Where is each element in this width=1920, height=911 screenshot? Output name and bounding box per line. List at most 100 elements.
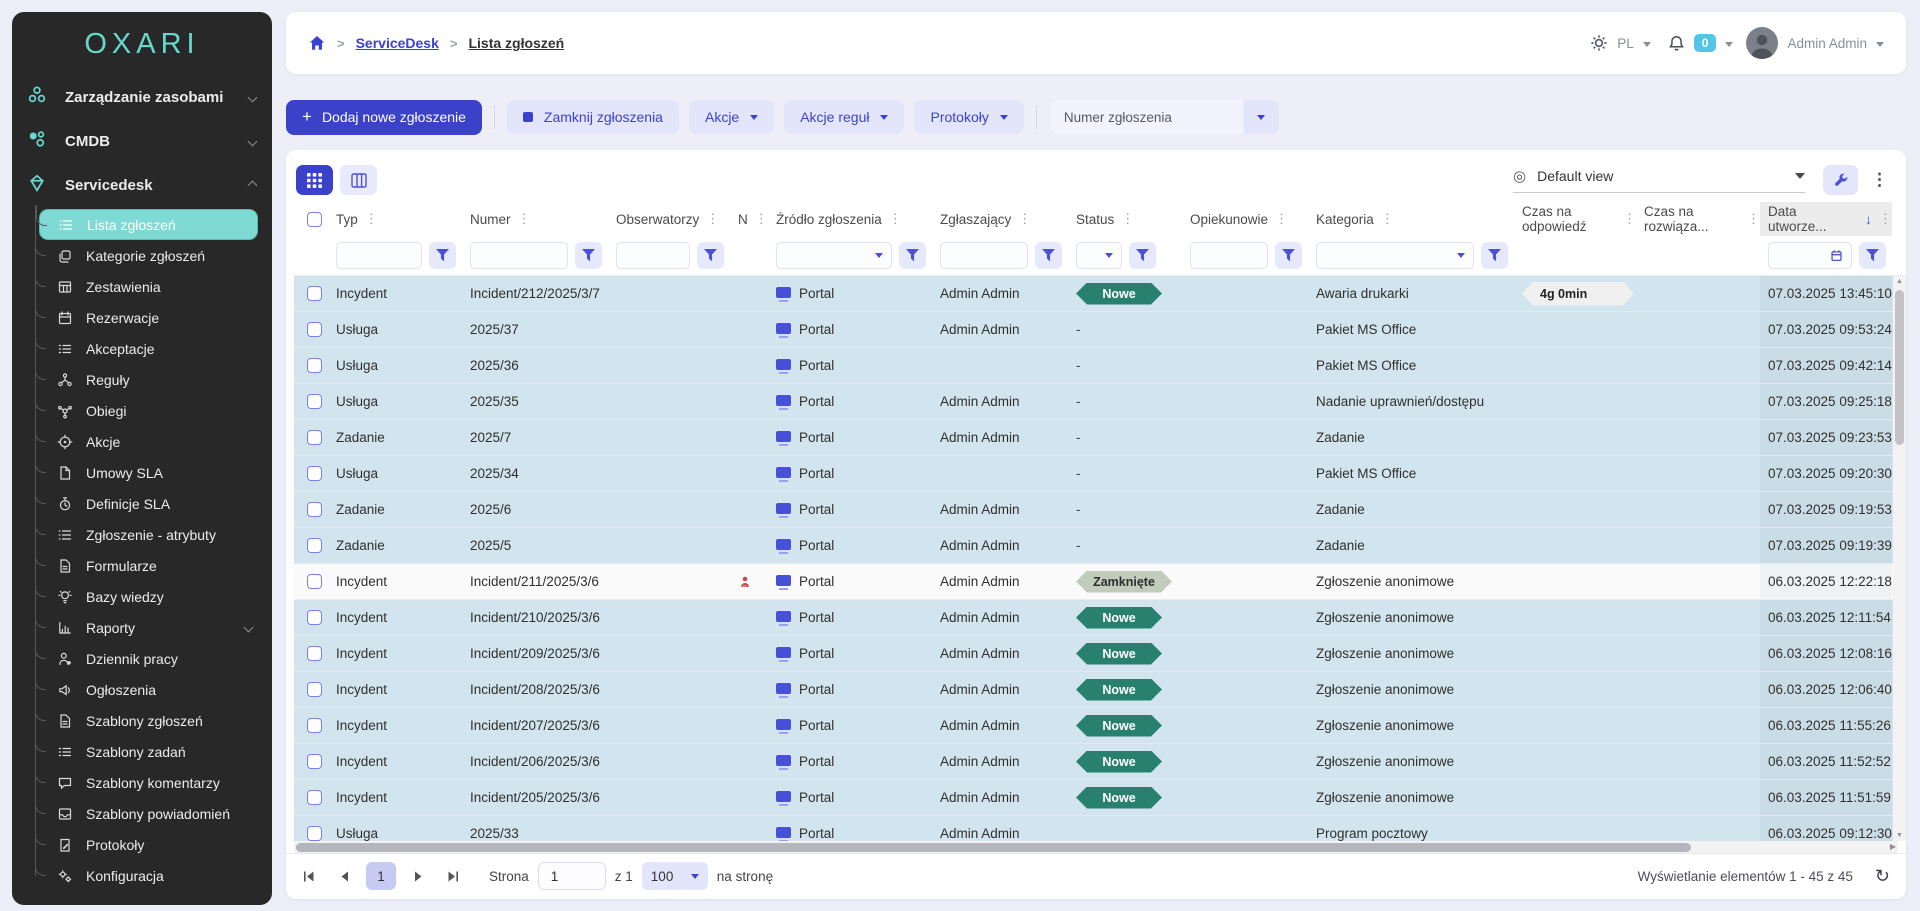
row-checkbox[interactable] [307,358,322,373]
column-menu-icon[interactable]: ⋮ [1121,211,1134,227]
table-row[interactable]: IncydentIncident/208/2025/3/6PortalAdmin… [294,672,1906,708]
column-header-numer[interactable]: Numer⋮ [462,202,608,236]
column-menu-icon[interactable]: ⋮ [755,211,768,227]
column-menu-icon[interactable]: ⋮ [1275,211,1288,227]
avatar[interactable] [1746,27,1778,59]
first-page-button[interactable] [296,863,322,889]
sidebar-item-obiegi[interactable]: Obiegi [39,395,258,426]
protocols-dropdown-button[interactable]: Protokoły [914,100,1023,134]
row-checkbox[interactable] [307,682,322,697]
filter-select[interactable] [1316,242,1474,269]
sidebar-item-kategorie-zgłoszeń[interactable]: Kategorie zgłoszeń [39,240,258,271]
sidebar-group-zarzadzanie-zasobami[interactable]: Zarządzanie zasobami [12,75,272,119]
row-checkbox[interactable] [307,502,322,517]
row-checkbox[interactable] [307,574,322,589]
sidebar-group-cmdb[interactable]: CMDB [12,119,272,163]
table-row[interactable]: Usługa2025/34Portal-Pakiet MS Office07.0… [294,456,1906,492]
table-row[interactable]: IncydentIncident/211/2025/3/6PortalAdmin… [294,564,1906,600]
filter-funnel-button[interactable] [1481,242,1508,269]
column-header-zrodlo[interactable]: Źródło zgłoszenia⋮ [768,202,932,236]
actions-dropdown-button[interactable]: Akcje [689,100,774,134]
vertical-scroll-thumb[interactable] [1895,290,1904,445]
filter-input[interactable] [940,242,1028,269]
filter-input[interactable] [1190,242,1268,269]
filter-input[interactable] [616,242,690,269]
row-checkbox[interactable] [307,286,322,301]
chevron-down-icon[interactable] [1725,42,1733,47]
filter-funnel-button[interactable] [429,242,456,269]
more-options-icon[interactable]: ⋮ [1871,170,1888,190]
column-menu-icon[interactable]: ⋮ [1879,211,1892,227]
column-header-obserwatorzy[interactable]: Obserwatorzy⋮ [608,202,730,236]
sidebar-item-definicje-sla[interactable]: Definicje SLA [39,488,258,519]
sidebar-item-umowy-sla[interactable]: Umowy SLA [39,457,258,488]
row-checkbox[interactable] [307,322,322,337]
sidebar-item-rezerwacje[interactable]: Rezerwacje [39,302,258,333]
filter-funnel-button[interactable] [1035,242,1062,269]
table-settings-button[interactable] [1823,165,1858,195]
sidebar-item-konfiguracja[interactable]: Konfiguracja [39,860,258,891]
table-row[interactable]: Usługa2025/36Portal-Pakiet MS Office07.0… [294,348,1906,384]
table-row[interactable]: IncydentIncident/206/2025/3/6PortalAdmin… [294,744,1906,780]
refresh-icon[interactable]: ↻ [1875,866,1890,887]
filter-select[interactable] [1076,242,1122,269]
sidebar-item-zestawienia[interactable]: Zestawienia [39,271,258,302]
sidebar-item-formularze[interactable]: Formularze [39,550,258,581]
sidebar-item-zgłoszenie-atrybuty[interactable]: Zgłoszenie - atrybuty [39,519,258,550]
table-row[interactable]: Zadanie2025/7PortalAdmin Admin-Zadanie07… [294,420,1906,456]
table-row[interactable]: IncydentIncident/209/2025/3/6PortalAdmin… [294,636,1906,672]
page-1-button[interactable]: 1 [366,862,396,890]
column-menu-icon[interactable]: ⋮ [518,211,531,227]
sidebar-item-szablony-zgłoszeń[interactable]: Szablony zgłoszeń [39,705,258,736]
chevron-down-icon[interactable] [1643,42,1651,47]
sidebar-item-akceptacje[interactable]: Akceptacje [39,333,258,364]
rule-actions-dropdown-button[interactable]: Akcje reguł [784,100,904,134]
next-page-button[interactable] [405,863,431,889]
column-menu-icon[interactable]: ⋮ [706,211,719,227]
column-header-ncol[interactable]: N⋮ [730,202,768,236]
column-header-zglaszajacy[interactable]: Zgłaszający⋮ [932,202,1068,236]
row-checkbox[interactable] [307,430,322,445]
column-header-typ[interactable]: Typ⋮ [328,202,462,236]
column-header-kategoria[interactable]: Kategoria⋮ [1308,202,1514,236]
sidebar-item-dziennik-pracy[interactable]: Dziennik pracy [39,643,258,674]
table-row[interactable]: Zadanie2025/6PortalAdmin Admin-Zadanie07… [294,492,1906,528]
table-row[interactable]: IncydentIncident/210/2025/3/6PortalAdmin… [294,600,1906,636]
row-checkbox[interactable] [307,826,322,841]
filter-select[interactable] [776,242,892,269]
filter-funnel-button[interactable] [899,242,926,269]
bell-icon[interactable] [1668,35,1685,52]
ticket-number-input[interactable] [1051,100,1243,134]
sort-desc-icon[interactable]: ↓ [1865,211,1872,227]
column-menu-icon[interactable]: ⋮ [1381,211,1394,227]
row-checkbox[interactable] [307,646,322,661]
home-icon[interactable] [308,34,326,52]
column-menu-icon[interactable]: ⋮ [889,211,902,227]
table-row[interactable]: Usługa2025/37PortalAdmin Admin-Pakiet MS… [294,312,1906,348]
scroll-down-icon[interactable]: ▼ [1893,832,1906,839]
prev-page-button[interactable] [331,863,357,889]
search-dropdown-button[interactable] [1244,100,1279,134]
per-page-select[interactable]: 100 [642,862,708,890]
columns-view-button[interactable] [340,165,377,195]
last-page-button[interactable] [440,863,466,889]
row-checkbox[interactable] [307,394,322,409]
language-selector[interactable]: PL [1617,36,1634,51]
horizontal-scroll-thumb[interactable] [296,843,1691,852]
column-menu-icon[interactable]: ⋮ [1623,211,1636,227]
chevron-down-icon[interactable] [1876,42,1884,47]
row-checkbox[interactable] [307,790,322,805]
filter-funnel-button[interactable] [1129,242,1156,269]
grid-view-button[interactable] [296,165,333,195]
close-tickets-button[interactable]: Zamknij zgłoszenia [507,100,679,134]
table-row[interactable]: IncydentIncident/207/2025/3/6PortalAdmin… [294,708,1906,744]
scroll-right-icon[interactable]: ▶ [1890,842,1896,851]
page-number-input[interactable]: 1 [538,862,606,890]
column-header-czas_odp[interactable]: Czas na odpowiedź⋮ [1514,202,1636,236]
horizontal-scrollbar[interactable]: ▶ [294,841,1898,853]
filter-date-input[interactable] [1768,242,1852,269]
breadcrumb-lista-zgloszen[interactable]: Lista zgłoszeń [468,35,564,51]
sidebar-group-servicedesk[interactable]: Servicedesk [12,163,272,207]
filter-funnel-button[interactable] [697,242,724,269]
filter-input[interactable] [470,242,568,269]
